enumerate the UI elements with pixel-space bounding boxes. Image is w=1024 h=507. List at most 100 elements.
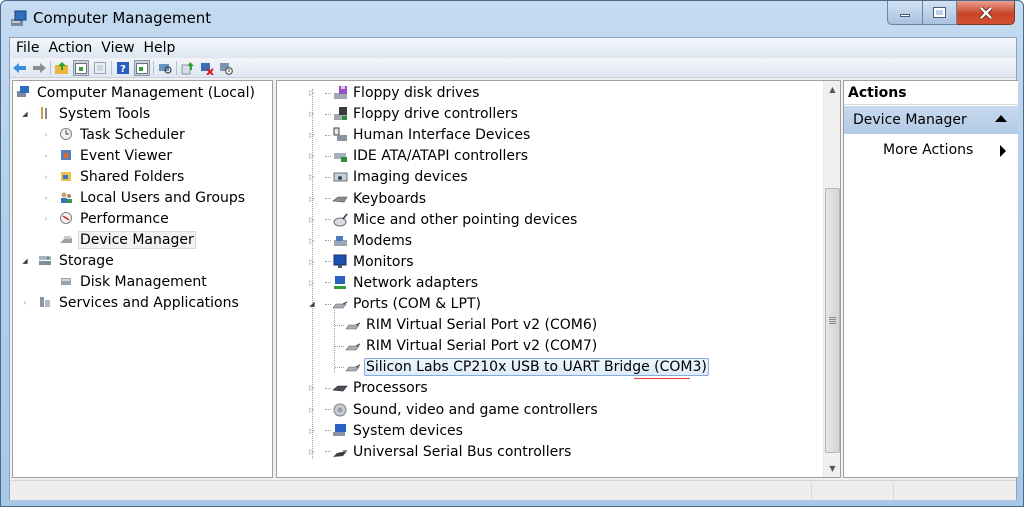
collapsed-arrow-icon[interactable]: ▷ xyxy=(308,427,316,435)
up-one-level-button[interactable] xyxy=(54,60,70,76)
menu-file[interactable]: File xyxy=(15,40,45,56)
scroll-up-button[interactable]: ▲ xyxy=(824,81,841,98)
collapsed-arrow-icon[interactable]: ▷ xyxy=(308,131,316,139)
tree-item-task-scheduler[interactable]: › Task Scheduler xyxy=(42,125,187,145)
maximize-button[interactable] xyxy=(923,1,957,25)
tree-item-event-viewer[interactable]: › Event Viewer xyxy=(42,146,174,166)
device-category-network-adapters[interactable]: ▷ Network adapters xyxy=(308,273,480,293)
port-icon xyxy=(345,317,361,333)
device-category-human-interface-devices[interactable]: ▷ Human Interface Devices xyxy=(308,125,532,145)
update-driver-icon xyxy=(181,61,194,74)
device-category-imaging-devices[interactable]: ▷ Imaging devices xyxy=(308,167,470,187)
minimize-icon xyxy=(900,14,910,17)
collapsed-arrow-icon[interactable]: ▷ xyxy=(308,89,316,97)
console-tree-pane: Computer Management (Local) ◢ System Too… xyxy=(12,80,273,478)
collapsed-arrow-icon[interactable]: ▷ xyxy=(308,195,316,203)
actions-pane: Actions Device Manager More Actions xyxy=(843,80,1018,478)
tree-item-shared-folders[interactable]: › Shared Folders xyxy=(42,167,186,187)
vertical-scrollbar[interactable]: ▲ ▼ xyxy=(823,81,840,477)
device-category-mice-and-other-pointing-devices[interactable]: ▷ Mice and other pointing devices xyxy=(308,210,579,230)
minimize-button[interactable] xyxy=(887,1,923,25)
device-item-rim-virtual-serial-port-v2-com7[interactable]: RIM Virtual Serial Port v2 (COM7) xyxy=(335,336,599,356)
computer-management-app-icon xyxy=(10,10,28,28)
scroll-up-arrow-icon: ▲ xyxy=(829,85,836,94)
tree-connector-line xyxy=(325,240,331,242)
collapsed-arrow-icon[interactable]: ▷ xyxy=(308,384,316,392)
network-adapter-icon xyxy=(332,275,348,291)
collapsed-arrow-icon[interactable]: › xyxy=(42,215,50,223)
tree-item-disk-management[interactable]: Disk Management xyxy=(59,272,209,292)
collapsed-arrow-icon[interactable]: ▷ xyxy=(308,152,316,160)
keyboard-icon xyxy=(332,191,348,207)
device-category-ports-com-lpt[interactable]: ◢ Ports (COM & LPT) xyxy=(308,294,483,314)
more-actions-item[interactable]: More Actions xyxy=(844,139,1018,161)
device-category-floppy-drive-controllers[interactable]: ▷ Floppy drive controllers xyxy=(308,104,520,124)
scrollbar-thumb[interactable] xyxy=(825,188,840,453)
collapsed-arrow-icon[interactable]: ▷ xyxy=(308,448,316,456)
toolbar-separator xyxy=(153,61,154,75)
collapsed-arrow-icon[interactable]: ▷ xyxy=(308,173,316,181)
menu-view[interactable]: View xyxy=(100,40,140,56)
device-category-processors[interactable]: ▷ Processors xyxy=(308,378,430,398)
tree-item-computer-management[interactable]: Computer Management (Local) xyxy=(16,83,257,103)
back-button[interactable] xyxy=(12,60,28,76)
scroll-down-button[interactable]: ▼ xyxy=(824,460,841,477)
expanded-arrow-icon[interactable]: ◢ xyxy=(308,300,316,308)
device-label: RIM Virtual Serial Port v2 (COM7) xyxy=(366,338,598,355)
show-hide-action-pane-button[interactable] xyxy=(134,60,150,76)
collapsed-arrow-icon[interactable]: › xyxy=(42,194,50,202)
title-bar[interactable]: Computer Management xyxy=(1,1,1023,37)
tree-item-label: Computer Management (Local) xyxy=(37,85,255,101)
device-category-ide-ata-atapi-controllers[interactable]: ▷ IDE ATA/ATAPI controllers xyxy=(308,146,530,166)
device-item-rim-virtual-serial-port-v2-com6[interactable]: RIM Virtual Serial Port v2 (COM6) xyxy=(335,315,599,335)
tree-item-device-manager[interactable]: Device Manager xyxy=(59,230,196,250)
forward-button[interactable] xyxy=(31,60,47,76)
expanded-arrow-icon[interactable]: ◢ xyxy=(21,257,29,265)
modem-icon xyxy=(332,233,348,249)
tree-item-services-and-applications[interactable]: › Services and Applications xyxy=(21,293,241,313)
collapsed-arrow-icon[interactable]: ▷ xyxy=(308,279,316,287)
collapsed-arrow-icon[interactable]: ▷ xyxy=(308,216,316,224)
expanded-arrow-icon[interactable]: ◢ xyxy=(21,110,29,118)
svg-text:?: ? xyxy=(120,64,126,74)
menu-bar: File Action View Help xyxy=(10,38,1016,58)
tree-item-system-tools[interactable]: ◢ System Tools xyxy=(21,104,152,124)
help-button[interactable]: ? xyxy=(115,60,131,76)
tree-item-local-users-and-groups[interactable]: › Local Users and Groups xyxy=(42,188,247,208)
collapsed-arrow-icon[interactable]: ▷ xyxy=(308,237,316,245)
window-title: Computer Management xyxy=(33,9,212,27)
menu-action[interactable]: Action xyxy=(47,40,98,56)
tree-item-performance[interactable]: › Performance xyxy=(42,209,171,229)
collapsed-arrow-icon[interactable]: ▷ xyxy=(308,110,316,118)
scan-hardware-button[interactable] xyxy=(157,60,173,76)
export-list-button[interactable] xyxy=(92,60,108,76)
device-category-modems[interactable]: ▷ Modems xyxy=(308,231,414,251)
show-hide-console-tree-icon xyxy=(75,62,87,74)
show-hide-console-tree-button[interactable] xyxy=(73,60,89,76)
device-category-universal-serial-bus-controllers[interactable]: ▷ Universal Serial Bus controllers xyxy=(308,442,573,462)
collapsed-arrow-icon[interactable]: ▷ xyxy=(308,406,316,414)
disable-device-button[interactable] xyxy=(218,60,234,76)
actions-section-device-manager[interactable]: Device Manager xyxy=(844,106,1018,134)
device-category-system-devices[interactable]: ▷ System devices xyxy=(308,421,465,441)
collapse-triangle-icon[interactable] xyxy=(995,115,1007,122)
tree-item-storage[interactable]: ◢ Storage xyxy=(21,251,116,271)
collapsed-arrow-icon[interactable]: › xyxy=(21,299,29,307)
update-driver-button[interactable] xyxy=(180,60,196,76)
device-category-keyboards[interactable]: ▷ Keyboards xyxy=(308,189,428,209)
collapsed-arrow-icon[interactable]: ▷ xyxy=(308,258,316,266)
close-button[interactable] xyxy=(957,1,1015,25)
collapsed-arrow-icon[interactable]: › xyxy=(42,131,50,139)
device-item-silicon-labs-cp210x-usb-to-uart-bridge-com3[interactable]: Silicon Labs CP210x USB to UART Bridge (… xyxy=(335,357,709,377)
menu-help[interactable]: Help xyxy=(143,40,182,56)
device-category-sound-video-and-game-controllers[interactable]: ▷ Sound, video and game controllers xyxy=(308,400,600,420)
device-category-monitors[interactable]: ▷ Monitors xyxy=(308,252,416,272)
local-users-icon xyxy=(59,190,75,206)
tree-connector-line xyxy=(335,324,344,326)
collapsed-arrow-icon[interactable]: › xyxy=(42,173,50,181)
uninstall-device-button[interactable] xyxy=(199,60,215,76)
collapsed-arrow-icon[interactable]: › xyxy=(42,152,50,160)
device-category-floppy-disk-drives[interactable]: ▷ Floppy disk drives xyxy=(308,83,481,103)
tree-connector-line xyxy=(325,282,331,284)
device-label: Floppy disk drives xyxy=(353,85,480,101)
